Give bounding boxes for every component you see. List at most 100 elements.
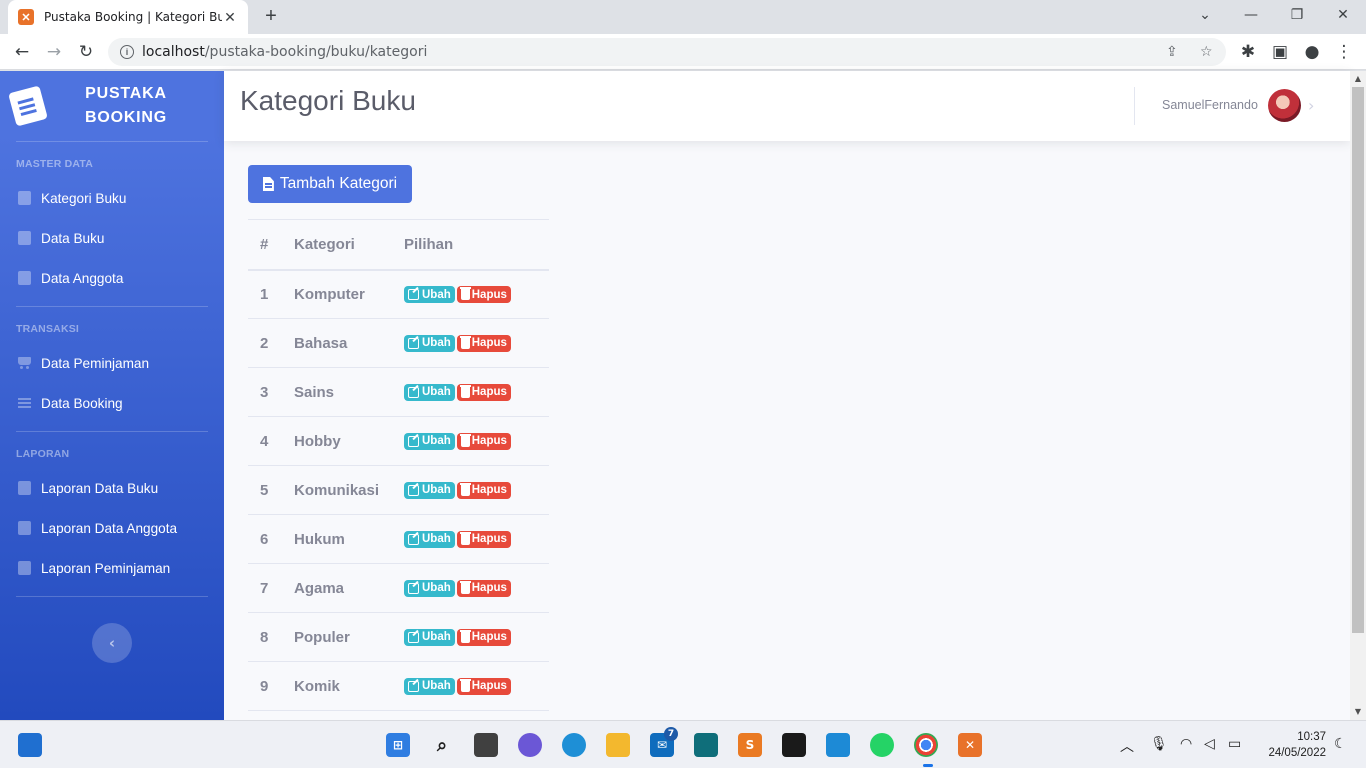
app-icon[interactable] [694, 733, 718, 757]
chrome-running-indicator [923, 764, 933, 767]
edit-button[interactable]: Ubah [404, 286, 455, 304]
book-icon [18, 191, 31, 205]
table-row: 5 Komunikasi Ubah Hapus [248, 465, 549, 515]
edit-icon [408, 631, 419, 643]
sublime-text-icon[interactable]: S [738, 733, 762, 757]
sidebar-toggle-button[interactable]: ‹ [92, 623, 132, 663]
new-tab-button[interactable]: + [260, 5, 282, 27]
profile-avatar-icon[interactable]: ● [1300, 40, 1324, 64]
address-book-icon [18, 481, 31, 495]
row-actions: Ubah Hapus [392, 612, 549, 662]
edit-button[interactable]: Ubah [404, 481, 455, 499]
windows-start-icon[interactable]: ⊞ [386, 733, 410, 757]
site-info-icon[interactable]: i [120, 45, 134, 59]
sidebar-item-laporan-data-anggota[interactable]: Laporan Data Anggota [0, 508, 224, 548]
table-row: 4 Hobby Ubah Hapus [248, 416, 549, 466]
row-actions: Ubah Hapus [392, 563, 549, 613]
delete-button[interactable]: Hapus [456, 677, 511, 695]
edit-button[interactable]: Ubah [404, 432, 455, 450]
page-scrollbar[interactable]: ▲ ▼ [1350, 71, 1366, 720]
list-icon [18, 396, 31, 410]
whatsapp-icon[interactable] [870, 733, 894, 757]
scroll-down-arrow-icon[interactable]: ▼ [1350, 704, 1366, 720]
row-kategori: Hobby [282, 416, 392, 466]
delete-button[interactable]: Hapus [456, 579, 511, 597]
sidebar-item-data-peminjaman[interactable]: Data Peminjaman [0, 343, 224, 383]
sidebar: PUSTAKA BOOKING MASTER DATA Kategori Buk… [0, 71, 224, 720]
scroll-thumb[interactable] [1352, 87, 1364, 633]
sidebar-item-laporan-data-buku[interactable]: Laporan Data Buku [0, 468, 224, 508]
edit-button[interactable]: Ubah [404, 383, 455, 401]
shopping-cart-icon [18, 356, 31, 370]
row-actions: Ubah Hapus [392, 367, 549, 417]
sidebar-brand[interactable]: PUSTAKA BOOKING [0, 71, 224, 141]
sidebar-item-data-buku[interactable]: Data Buku [0, 218, 224, 258]
sidebar-heading-master-data: MASTER DATA [16, 158, 94, 170]
user-name[interactable]: SamuelFernando [1162, 98, 1258, 112]
minimize-button[interactable]: — [1228, 0, 1274, 30]
restore-button[interactable]: ❐ [1274, 0, 1320, 30]
task-view-icon[interactable] [474, 733, 498, 757]
row-number: 2 [248, 318, 282, 368]
notification-moon-icon[interactable]: ☾ [1334, 736, 1347, 752]
edit-button[interactable]: Ubah [404, 579, 455, 597]
wifi-icon[interactable]: ◠ [1180, 736, 1192, 752]
chrome-icon[interactable] [914, 733, 938, 757]
sidebar-item-data-anggota[interactable]: Data Anggota [0, 258, 224, 298]
reload-icon[interactable]: ↻ [74, 40, 98, 64]
row-number: 7 [248, 563, 282, 613]
page-title: Kategori Buku [240, 85, 416, 116]
delete-button[interactable]: Hapus [456, 481, 511, 499]
sidebar-item-data-booking[interactable]: Data Booking [0, 383, 224, 423]
edit-button[interactable]: Ubah [404, 677, 455, 695]
edit-button[interactable]: Ubah [404, 628, 455, 646]
microphone-icon[interactable]: 🎙 [1150, 736, 1168, 752]
edit-icon [408, 533, 419, 545]
forward-arrow-icon[interactable]: → [42, 40, 66, 64]
table-row: 8 Populer Ubah Hapus [248, 612, 549, 662]
delete-button[interactable]: Hapus [456, 628, 511, 646]
table-row: 2 Bahasa Ubah Hapus [248, 318, 549, 368]
search-icon[interactable]: ⌕ [430, 733, 454, 757]
battery-icon[interactable]: ▭ [1228, 736, 1241, 752]
chevron-right-icon[interactable]: › [1308, 96, 1314, 115]
volume-icon[interactable]: ◁ [1204, 736, 1215, 752]
delete-button[interactable]: Hapus [456, 530, 511, 548]
edit-button[interactable]: Ubah [404, 334, 455, 352]
delete-button[interactable]: Hapus [456, 334, 511, 352]
sidebar-item-laporan-peminjaman[interactable]: Laporan Peminjaman [0, 548, 224, 588]
delete-button[interactable]: Hapus [456, 432, 511, 450]
scroll-up-arrow-icon[interactable]: ▲ [1350, 71, 1366, 87]
close-window-button[interactable]: ✕ [1320, 0, 1366, 30]
chrome-menu-icon[interactable]: ⋮ [1332, 40, 1356, 64]
back-arrow-icon[interactable]: ← [10, 40, 34, 64]
system-clock[interactable]: 10:37 24/05/2022 [1256, 729, 1326, 761]
tab-search-chevron-icon[interactable]: ⌄ [1182, 0, 1228, 30]
sidebar-item-kategori-buku[interactable]: Kategori Buku [0, 178, 224, 218]
avatar[interactable] [1268, 89, 1301, 122]
chat-icon[interactable] [518, 733, 542, 757]
browser-tab[interactable]: ✕ Pustaka Booking | Kategori Buku ✕ [8, 0, 248, 34]
tab-title: Pustaka Booking | Kategori Buku [44, 10, 222, 24]
sidebar-item-label: Laporan Data Anggota [41, 520, 178, 536]
add-category-button[interactable]: Tambah Kategori [248, 165, 412, 203]
chevron-up-icon[interactable]: ︿ [1120, 736, 1134, 756]
terminal-icon[interactable] [782, 733, 806, 757]
share-icon[interactable]: ⇪ [1166, 44, 1178, 60]
delete-button[interactable]: Hapus [456, 383, 511, 401]
mail-badge: 7 [664, 727, 678, 741]
widgets-icon[interactable] [18, 733, 42, 757]
tab-close-icon[interactable]: ✕ [222, 9, 238, 26]
edit-button[interactable]: Ubah [404, 530, 455, 548]
bookmark-star-icon[interactable]: ☆ [1200, 44, 1213, 60]
vscode-icon[interactable] [826, 733, 850, 757]
extensions-puzzle-icon[interactable]: ✱ [1236, 40, 1260, 64]
delete-button[interactable]: Hapus [456, 286, 511, 304]
edge-browser-icon[interactable] [562, 733, 586, 757]
xampp-icon[interactable]: ✕ [958, 733, 982, 757]
file-explorer-icon[interactable] [606, 733, 630, 757]
address-bar[interactable]: i localhost/pustaka-booking/buku/kategor… [108, 38, 1226, 66]
row-actions: Ubah Hapus [392, 416, 549, 466]
book-logo-icon [8, 85, 48, 127]
side-panel-icon[interactable]: ▣ [1268, 40, 1292, 64]
